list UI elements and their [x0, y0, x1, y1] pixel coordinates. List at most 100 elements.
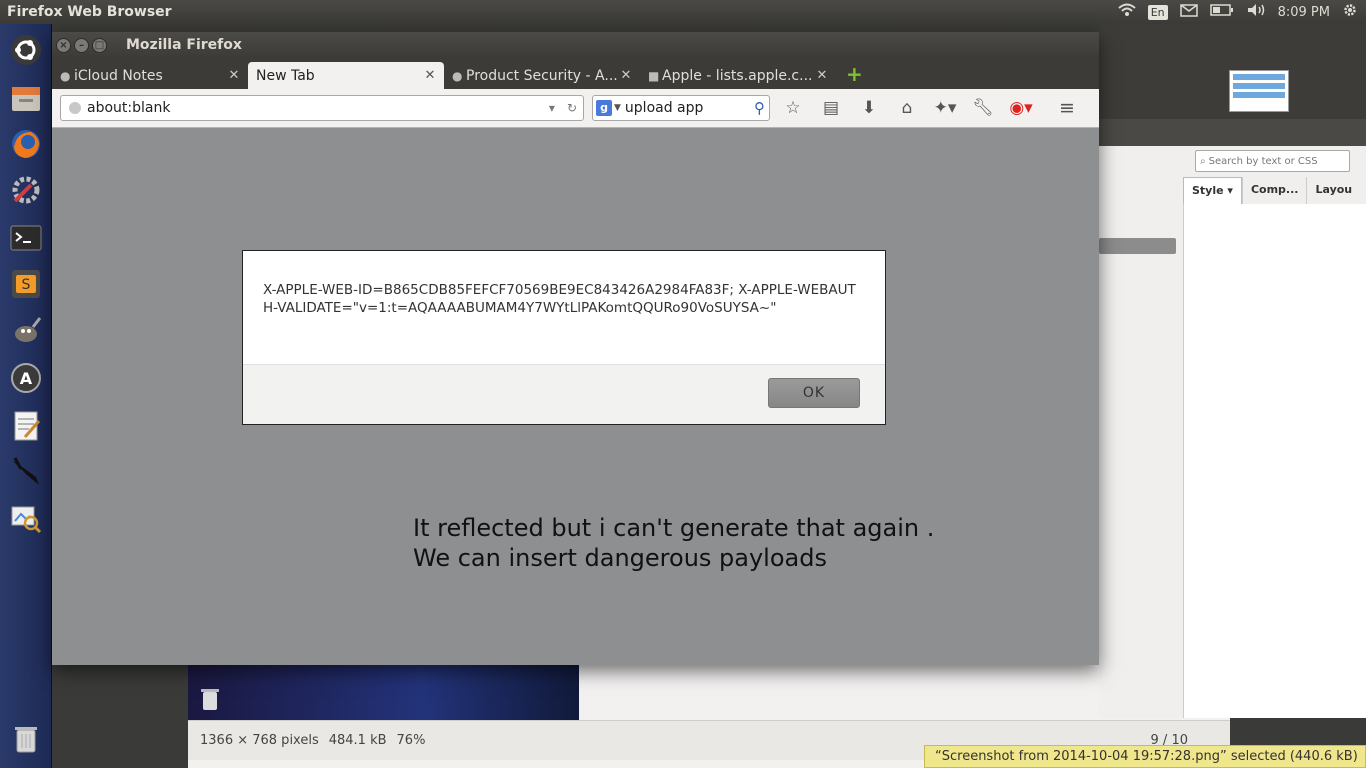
- image-file-size: 484.1 kB: [328, 733, 387, 748]
- alert-message: X-APPLE-WEB-ID=B865CDB85FEFCF70569BE9EC8…: [263, 282, 856, 316]
- launcher-terminal[interactable]: [6, 218, 46, 258]
- launcher-image-viewer[interactable]: [6, 498, 46, 538]
- close-icon: ×: [59, 39, 68, 51]
- engine-dropdown-icon[interactable]: ▼: [614, 103, 621, 113]
- url-text[interactable]: about:blank: [87, 100, 543, 116]
- devtools-tab-computed[interactable]: Comp...: [1241, 177, 1307, 204]
- scrollbar-thumb[interactable]: [1099, 238, 1176, 254]
- tab-apple-lists[interactable]: ■ Apple - lists.apple.c... ✕: [640, 62, 836, 89]
- toolbar-buttons: ☆ ▤ ⬇ ⌂ ✦▾ 🔧︎ ◉▾ ≡: [774, 93, 1086, 123]
- firefox-titlebar: × – □ Mozilla Firefox: [52, 32, 1099, 58]
- launcher-software-center[interactable]: A: [6, 358, 46, 398]
- reading-list-icon[interactable]: ▤: [812, 93, 850, 123]
- launcher-dash-home[interactable]: [6, 30, 46, 70]
- tab-icloud-notes[interactable]: ● iCloud Notes ✕: [52, 62, 248, 89]
- keyboard-layout-indicator[interactable]: En: [1147, 4, 1168, 20]
- background-browser-window: ⌕ Search by text or CSS Style ▾ Comp... …: [1099, 24, 1366, 718]
- search-input[interactable]: upload app: [625, 100, 754, 116]
- extension-dropdown-icon[interactable]: ✦▾: [926, 93, 964, 123]
- javascript-alert-dialog: X-APPLE-WEB-ID=B865CDB85FEFCF70569BE9EC8…: [242, 250, 886, 425]
- devtools-search-placeholder: Search by text or CSS: [1208, 155, 1318, 167]
- launcher-gimp[interactable]: [6, 310, 46, 350]
- image-dimensions: 1366 × 768 pixels: [200, 733, 319, 748]
- gimp-icon: [15, 317, 42, 342]
- launcher-files[interactable]: [6, 78, 46, 118]
- maximize-window-button[interactable]: □: [92, 37, 107, 53]
- launcher-firefox[interactable]: [6, 124, 46, 164]
- battery-icon[interactable]: [1209, 4, 1234, 20]
- reload-icon[interactable]: ↻: [567, 101, 577, 115]
- image-viewer-icon: [11, 506, 42, 534]
- tab-label: New Tab: [256, 67, 315, 84]
- terminal-icon: [10, 225, 42, 251]
- url-dropdown-icon[interactable]: ▾: [549, 101, 555, 115]
- tab-close-icon[interactable]: ✕: [422, 68, 438, 83]
- window-title: Mozilla Firefox: [126, 37, 242, 53]
- close-window-button[interactable]: ×: [56, 37, 71, 53]
- text-editor-icon: [14, 411, 41, 441]
- apple-favicon-icon: ■: [648, 68, 660, 83]
- svg-text:A: A: [20, 369, 33, 388]
- active-app-title: Firefox Web Browser: [7, 4, 172, 20]
- alert-footer: OK: [243, 364, 885, 424]
- navigation-toolbar: about:blank ▾ ↻ g ▼ upload app ⚲ ☆ ▤ ⬇ ⌂…: [52, 89, 1099, 128]
- file-selected-notification: “Screenshot from 2014-10-04 19:57:28.png…: [924, 745, 1366, 768]
- devtools-tab-layout[interactable]: Layou: [1306, 177, 1360, 204]
- system-tray: En 8:09 PM: [1118, 2, 1366, 22]
- bookmark-star-icon[interactable]: ☆: [774, 93, 812, 123]
- clock[interactable]: 8:09 PM: [1278, 5, 1330, 20]
- google-search-engine-icon[interactable]: g: [596, 100, 612, 116]
- launcher-system-settings[interactable]: [6, 170, 46, 210]
- downloads-icon[interactable]: ⬇: [850, 93, 888, 123]
- annotation-text: It reflected but i can't generate that a…: [413, 513, 934, 573]
- settings-wrench-icon: [12, 176, 40, 204]
- unity-launcher: S A: [0, 24, 52, 768]
- home-icon[interactable]: ⌂: [888, 93, 926, 123]
- tab-strip: ● iCloud Notes ✕ New Tab ✕ ● Product Sec…: [52, 58, 1099, 89]
- burp-suite-icon: [12, 457, 39, 485]
- devtools-sidebar-panel: [1183, 204, 1366, 718]
- top-panel: Firefox Web Browser En 8:09 PM: [0, 0, 1366, 24]
- sublime-text-icon: S: [12, 270, 40, 298]
- tab-close-icon[interactable]: ✕: [814, 68, 830, 83]
- background-toolbar: [1099, 119, 1366, 146]
- new-tab-plus-icon[interactable]: +: [846, 62, 863, 86]
- apple-favicon-icon: ●: [452, 68, 463, 83]
- launcher-burp[interactable]: [6, 452, 46, 492]
- url-bar[interactable]: about:blank ▾ ↻: [60, 95, 584, 121]
- hamburger-menu-icon[interactable]: ≡: [1048, 93, 1086, 123]
- security-addon-icon[interactable]: ◉▾: [1002, 93, 1040, 123]
- apple-favicon-icon: ●: [60, 68, 71, 83]
- globe-icon: [69, 102, 81, 114]
- settings-gear-icon[interactable]: [1342, 2, 1358, 22]
- tab-label: Product Security - A...: [466, 67, 618, 84]
- ubuntu-logo-icon: [11, 35, 41, 65]
- background-window-header: [1099, 24, 1366, 119]
- search-bar[interactable]: g ▼ upload app ⚲: [592, 95, 770, 121]
- alert-ok-button[interactable]: OK: [768, 378, 860, 408]
- devtools-sidebar-tabs: Style ▾ Comp... Layou: [1183, 177, 1366, 204]
- search-icon: ⌕: [1200, 155, 1206, 167]
- mail-icon[interactable]: [1179, 3, 1198, 21]
- image-zoom-level: 76%: [396, 733, 426, 748]
- launcher-trash[interactable]: [6, 718, 46, 758]
- tab-close-icon[interactable]: ✕: [618, 68, 634, 83]
- page-content-area: X-APPLE-WEB-ID=B865CDB85FEFCF70569BE9EC8…: [52, 128, 1099, 665]
- devtools-style-search[interactable]: ⌕ Search by text or CSS: [1195, 150, 1350, 172]
- volume-icon[interactable]: [1246, 3, 1266, 21]
- wifi-icon[interactable]: [1118, 3, 1136, 21]
- devtools-tab-style[interactable]: Style ▾: [1183, 177, 1242, 204]
- annotation-line-2: We can insert dangerous payloads: [413, 544, 827, 572]
- tab-label: iCloud Notes: [74, 67, 163, 84]
- file-cabinet-icon: [12, 87, 40, 111]
- minimize-window-button[interactable]: –: [74, 37, 89, 53]
- tab-new-tab[interactable]: New Tab ✕: [248, 62, 444, 89]
- tab-label: Apple - lists.apple.c...: [662, 67, 813, 84]
- search-icon[interactable]: ⚲: [754, 99, 765, 117]
- firefox-icon: [12, 130, 40, 158]
- tab-product-security[interactable]: ● Product Security - A... ✕: [444, 62, 640, 89]
- tab-close-icon[interactable]: ✕: [226, 68, 242, 83]
- launcher-sublime-text[interactable]: S: [6, 264, 46, 304]
- developer-tools-wrench-icon[interactable]: 🔧︎: [964, 93, 1002, 123]
- launcher-text-editor[interactable]: [6, 406, 46, 446]
